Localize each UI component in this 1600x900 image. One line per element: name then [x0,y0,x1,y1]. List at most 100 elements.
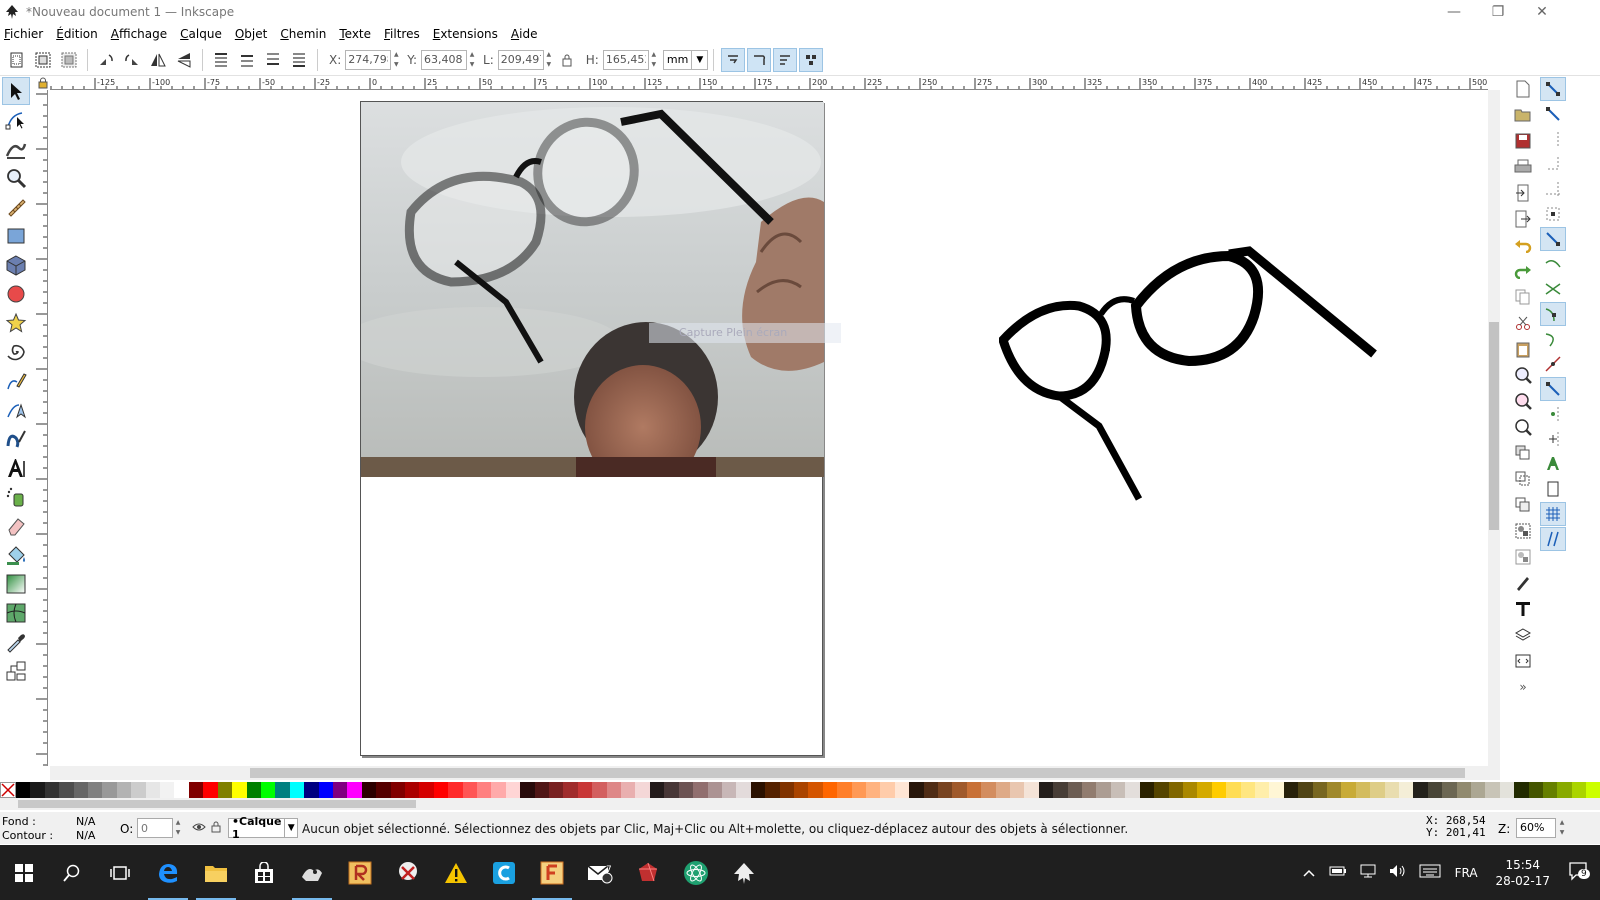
rectangle-tool[interactable] [2,222,30,250]
palette-swatch[interactable] [347,782,362,798]
export-button[interactable] [1510,206,1536,232]
palette-swatch[interactable] [1110,782,1126,798]
zoom-tool[interactable] [2,164,30,192]
palette-swatch[interactable] [1082,782,1097,798]
palette-swatch[interactable] [1528,782,1544,798]
palette-swatch[interactable] [1139,782,1155,798]
menu-objet[interactable]: Objet [235,27,268,41]
palette-swatch[interactable] [44,782,60,798]
select-all-button[interactable] [4,47,30,73]
height-input[interactable] [602,49,649,70]
palette-swatch[interactable] [59,782,74,798]
vertical-ruler[interactable] [34,90,48,766]
palette-swatch[interactable] [1341,782,1356,798]
palette-swatch[interactable] [1197,782,1212,798]
palette-swatch[interactable] [332,782,348,798]
palette-swatch[interactable] [304,782,319,798]
volume-icon[interactable] [1389,864,1407,881]
palette-swatch[interactable] [606,782,622,798]
palette-swatch[interactable] [577,782,593,798]
palette-swatch[interactable] [909,782,924,798]
scale-stroke-toggle[interactable] [721,47,746,72]
snap-object-center[interactable] [1540,402,1566,426]
palette-swatch[interactable] [1399,782,1414,798]
unlink-clone-button[interactable] [1510,492,1536,518]
zoom-drawing-button[interactable] [1510,388,1536,414]
dropper-tool[interactable] [2,628,30,656]
taskbar-inkscape[interactable] [288,845,336,900]
snap-grids[interactable] [1540,502,1566,526]
taskbar-edge[interactable] [144,845,192,900]
rotate-ccw-button[interactable] [93,47,119,73]
raise-to-top-button[interactable] [208,47,234,73]
palette-swatch[interactable] [477,782,492,798]
task-view-button[interactable] [96,845,144,900]
palette-swatch[interactable] [73,782,89,798]
traced-glasses-vector[interactable] [999,246,1389,506]
palette-swatch[interactable] [520,782,535,798]
palette-swatch[interactable] [275,782,290,798]
palette-swatch[interactable] [1370,782,1385,798]
palette-swatch[interactable] [433,782,449,798]
palette-swatch[interactable] [649,782,665,798]
width-spinner[interactable]: ▲ ▼ [544,50,554,70]
palette-swatch[interactable] [1355,782,1371,798]
palette-swatch[interactable] [1154,782,1169,798]
lower-to-bottom-button[interactable] [286,47,312,73]
vertical-scrollbar[interactable] [1488,90,1500,766]
palette-swatch[interactable] [232,782,247,798]
palette-swatch[interactable] [1312,782,1327,798]
palette-swatch[interactable] [246,782,261,798]
snap-nodes[interactable] [1540,227,1566,251]
palette-swatch[interactable] [1471,782,1486,798]
snap-smooth-nodes[interactable] [1540,327,1566,351]
vertical-scrollbar-thumb[interactable] [1489,322,1499,530]
flip-horizontal-button[interactable] [145,47,171,73]
pencil-tool[interactable] [2,367,30,395]
palette-swatch[interactable] [188,782,204,798]
palette-swatch[interactable] [1557,782,1572,798]
minimize-button[interactable]: — [1432,0,1476,24]
snap-line-midpoints[interactable] [1540,352,1566,376]
palette-swatch[interactable] [563,782,578,798]
palette-swatch[interactable] [693,782,708,798]
palette-swatch[interactable] [102,782,117,798]
snap-others[interactable] [1540,377,1566,401]
palette-swatch[interactable] [1168,782,1183,798]
menu-filtres[interactable]: Filtres [384,27,420,41]
palette-swatch[interactable] [894,782,910,798]
palette-swatch[interactable] [1125,782,1140,798]
snap-guides[interactable] [1540,527,1566,551]
palette-swatch[interactable] [793,782,809,798]
taskbar-gem-app[interactable] [624,845,672,900]
xml-editor-button[interactable] [1510,648,1536,674]
palette-swatch[interactable] [621,782,636,798]
opacity-spinner[interactable]: ▲ ▼ [173,818,183,838]
copy-button[interactable] [1510,284,1536,310]
tray-chevron-up-icon[interactable] [1303,866,1315,880]
taskbar-inkscape-pin[interactable] [720,845,768,900]
palette-swatch[interactable] [131,782,146,798]
palette-swatch[interactable] [1211,782,1227,798]
taskbar-store[interactable] [240,845,288,900]
snap-bbox-midpoint[interactable] [1540,177,1566,201]
menu-extensions[interactable]: Extensions [433,27,498,41]
palette-swatch[interactable] [1024,782,1039,798]
palette-swatch[interactable] [1254,782,1270,798]
more-commands-button[interactable]: » [1510,674,1536,700]
rotate-cw-button[interactable] [119,47,145,73]
document-page[interactable] [360,101,824,756]
current-layer-select[interactable]: •Calque 1 ▼ [228,815,298,841]
text-font-button[interactable] [1510,596,1536,622]
palette-swatch[interactable] [505,782,521,798]
palette-swatch[interactable] [880,782,895,798]
palette-swatch[interactable] [1226,782,1241,798]
palette-swatch[interactable] [664,782,679,798]
network-icon[interactable] [1359,864,1377,881]
taskbar-file-explorer[interactable] [192,845,240,900]
palette-swatch[interactable] [952,782,967,798]
height-spinner[interactable]: ▲ ▼ [649,50,659,70]
horizontal-ruler[interactable]: -125 -100 -75 -50 -25 0 25 50 75 100 125 150 175 200 2… [50,76,1488,90]
duplicate-button[interactable] [1510,440,1536,466]
redo-button[interactable] [1510,258,1536,284]
